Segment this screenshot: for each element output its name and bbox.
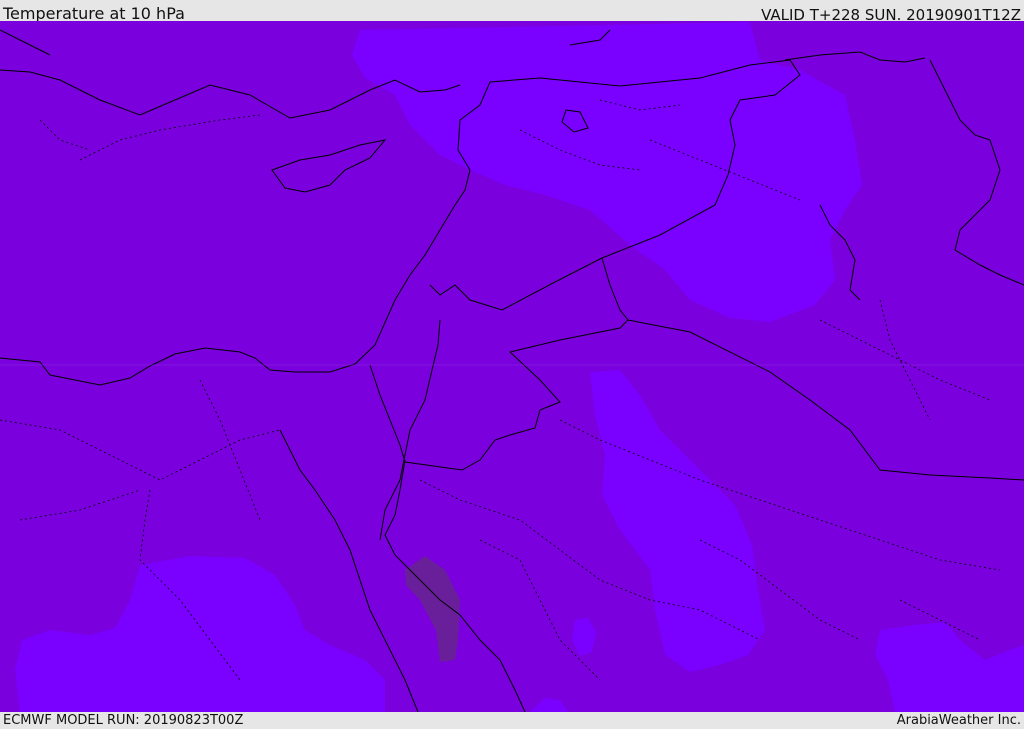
footer-bar: ECMWF MODEL RUN: 20190823T00Z ArabiaWeat… bbox=[0, 712, 1024, 729]
credit-label: ArabiaWeather Inc. bbox=[896, 713, 1021, 728]
map-canvas bbox=[0, 21, 1024, 712]
model-run-label: ECMWF MODEL RUN: 20190823T00Z bbox=[3, 713, 244, 728]
header-bar: Temperature at 10 hPa VALID T+228 SUN. 2… bbox=[0, 0, 1024, 24]
temperature-map[interactable] bbox=[0, 21, 1024, 712]
